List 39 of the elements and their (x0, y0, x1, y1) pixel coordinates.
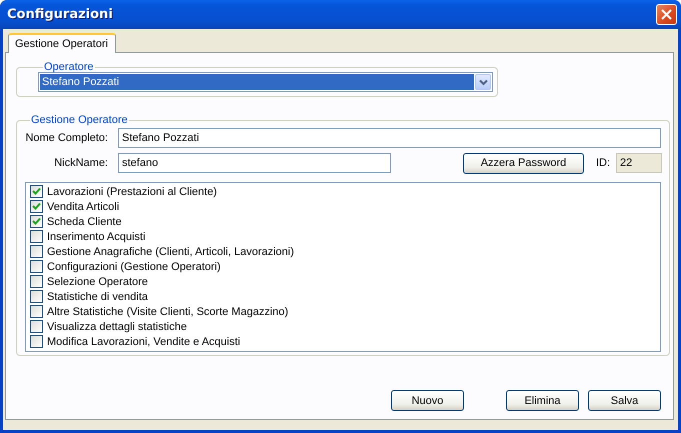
field-label: NickName: (53, 157, 108, 169)
checkbox[interactable] (30, 185, 43, 198)
checkbox[interactable] (30, 305, 43, 318)
checkbox[interactable] (30, 260, 43, 273)
checkbox[interactable] (30, 215, 43, 228)
checkbox[interactable] (30, 275, 43, 288)
action-button[interactable]: Elimina (506, 390, 579, 411)
permission-label: Selezione Operatore (47, 276, 148, 288)
tab[interactable]: Gestione Operatori (8, 33, 116, 53)
reset-password-button[interactable]: Azzera Password (463, 152, 584, 174)
permission-label: Altre Statistiche (Visite Clienti, Scorte Magazzino) (47, 306, 288, 318)
checkbox[interactable] (30, 335, 43, 348)
close-icon (661, 9, 672, 20)
checkbox[interactable] (30, 200, 43, 213)
checkbox[interactable] (30, 245, 43, 258)
full-name-field[interactable]: Stefano Pozzati (118, 128, 661, 148)
permission-label: Statistiche di vendita (47, 290, 148, 302)
group-title: Gestione Operatore (30, 114, 129, 126)
group-title: Operatore (43, 61, 95, 73)
permission-label: Inserimento Acquisti (47, 230, 146, 242)
close-button[interactable] (656, 4, 677, 25)
permission-label: Vendita Articoli (47, 200, 120, 212)
nickname-field[interactable]: stefano (118, 153, 391, 173)
permission-label: Scheda Cliente (47, 216, 122, 228)
action-button[interactable]: Nuovo (391, 390, 464, 411)
permission-label: Modifica Lavorazioni, Vendite e Acquisti (47, 336, 240, 348)
checkbox[interactable] (30, 230, 43, 243)
window-title: Configurazioni (7, 7, 114, 22)
checkbox[interactable] (30, 290, 43, 303)
permission-label: Visualizza dettagli statistiche (47, 320, 187, 332)
permission-label: Configurazioni (Gestione Operatori) (47, 260, 221, 272)
operator-dropdown[interactable]: Stefano Pozzati (38, 72, 493, 92)
field-label: ID: (596, 157, 612, 169)
action-button[interactable]: Salva (588, 390, 661, 411)
permission-label: Gestione Anagrafiche (Clienti, Articoli, Lavorazioni) (47, 246, 294, 258)
field-label: Nome Completo: (25, 132, 108, 144)
permission-label: Lavorazioni (Prestazioni al Cliente) (47, 186, 217, 198)
id-field[interactable]: 22 (616, 153, 662, 173)
checkbox[interactable] (30, 320, 43, 333)
